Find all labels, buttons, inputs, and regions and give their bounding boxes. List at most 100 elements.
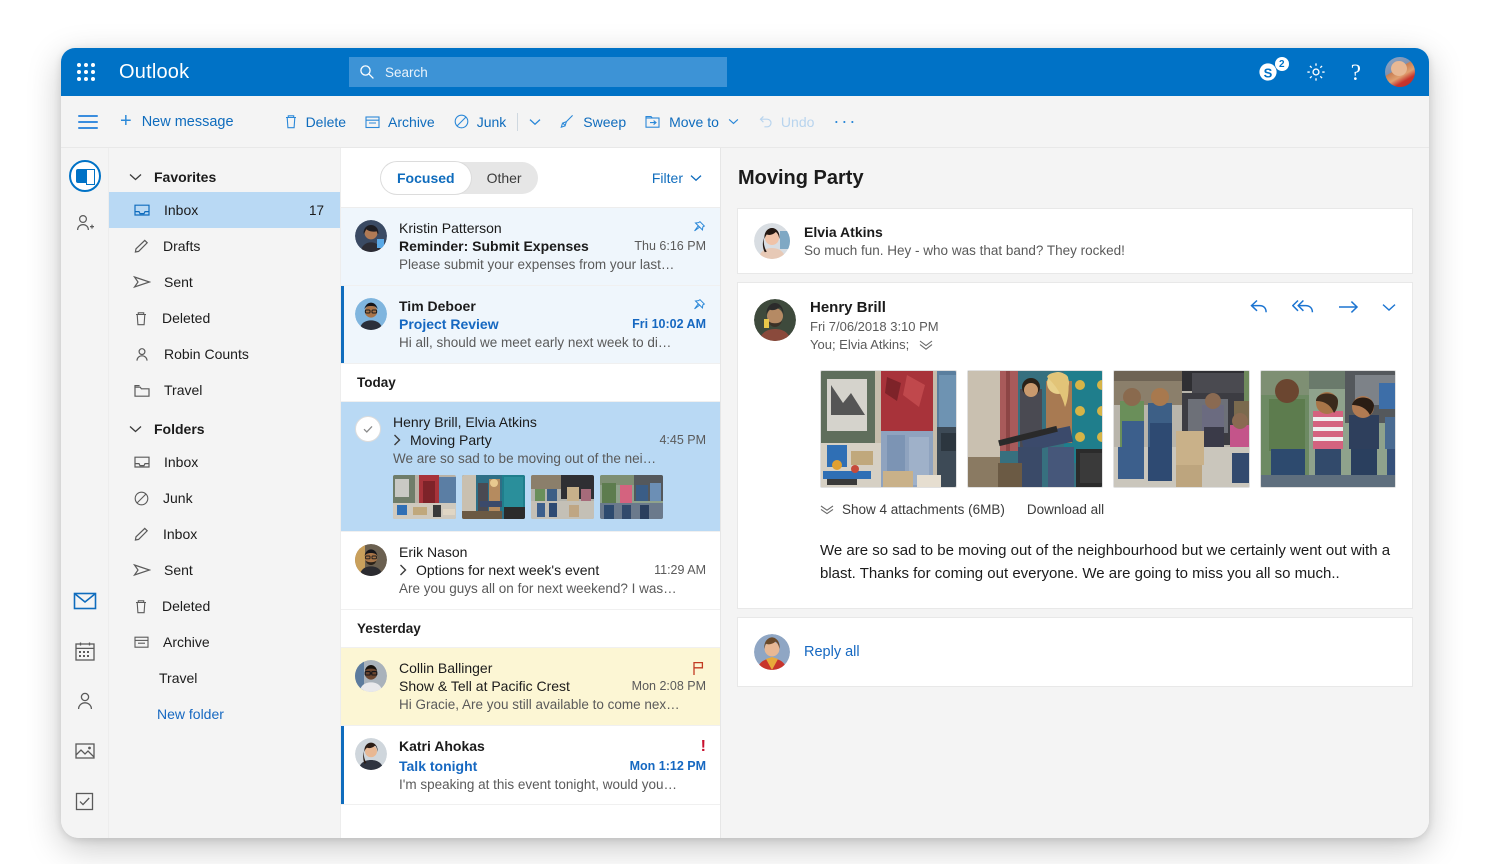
- sidebar-item-inbox[interactable]: Inbox 17: [109, 192, 340, 228]
- pin-icon[interactable]: [691, 220, 706, 235]
- forward-icon[interactable]: [1338, 299, 1360, 315]
- delete-button[interactable]: Delete: [274, 107, 355, 136]
- tab-other[interactable]: Other: [471, 162, 538, 194]
- pin-icon[interactable]: [691, 298, 706, 313]
- download-all-button[interactable]: Download all: [1027, 502, 1104, 517]
- search-icon: [359, 64, 375, 80]
- sidebar-item-travel[interactable]: Travel: [109, 372, 340, 408]
- sidebar-item-label: Travel: [164, 382, 324, 398]
- sidebar-item-label: Travel: [159, 670, 324, 686]
- gear-icon[interactable]: [1305, 61, 1327, 83]
- mail-icon[interactable]: [72, 588, 98, 614]
- archive-icon: [364, 114, 381, 130]
- undo-button: Undo: [748, 107, 823, 136]
- pencil-icon: [133, 526, 150, 542]
- sidebar-folder-junk[interactable]: Junk: [109, 480, 340, 516]
- band-playing-photo[interactable]: [967, 370, 1104, 488]
- junk-button[interactable]: Junk: [444, 107, 516, 136]
- moving-boxes-photo[interactable]: [393, 475, 456, 519]
- conversation-expand-icon[interactable]: [393, 434, 402, 446]
- folders-label: Folders: [154, 421, 205, 437]
- recipients-text: You; Elvia Atkins;: [810, 337, 909, 352]
- folder-pane: Favorites Inbox 17 Drafts Sent: [109, 148, 341, 838]
- sweep-button[interactable]: Sweep: [550, 107, 635, 136]
- family-car-photo[interactable]: [1260, 370, 1397, 488]
- sidebar-item-deleted[interactable]: Deleted: [109, 300, 340, 336]
- folder-icon: [133, 383, 151, 398]
- photos-icon[interactable]: [72, 738, 98, 764]
- sidebar-folder-inbox[interactable]: Inbox: [109, 444, 340, 480]
- collapsed-message-card[interactable]: Elvia Atkins So much fun. Hey - who was …: [737, 208, 1413, 274]
- list-item[interactable]: Katri Ahokas ! Talk tonight Mon 1:12 PM …: [341, 726, 720, 805]
- more-actions-icon[interactable]: [1382, 303, 1396, 312]
- sidebar-item-label: Inbox: [164, 454, 324, 470]
- moving-boxes-photo[interactable]: [820, 370, 957, 488]
- message-time: Mon 1:12 PM: [630, 759, 706, 773]
- tasks-icon[interactable]: [72, 788, 98, 814]
- list-item[interactable]: Tim Deboer Project Review Fri 10:02 AM H…: [341, 286, 720, 364]
- search-input[interactable]: Search: [385, 65, 428, 80]
- unread-indicator: [341, 286, 344, 363]
- sidebar-folder-travel[interactable]: Travel: [109, 660, 340, 696]
- sidebar-item-sent[interactable]: Sent: [109, 264, 340, 300]
- sidebar-folder-inbox-2[interactable]: Inbox: [109, 516, 340, 552]
- skype-icon[interactable]: S 2: [1257, 60, 1281, 84]
- show-attachments-button[interactable]: Show 4 attachments (6MB): [820, 502, 1005, 517]
- list-item[interactable]: Erik Nason Options for next week's event…: [341, 532, 720, 610]
- reply-all-icon[interactable]: [1292, 299, 1316, 315]
- tab-focused[interactable]: Focused: [381, 162, 471, 194]
- date-group-header: Yesterday: [341, 610, 720, 648]
- new-message-button[interactable]: + New message: [120, 110, 234, 133]
- reply-icon[interactable]: [1250, 299, 1270, 315]
- collapsed-message-snippet: So much fun. Hey - who was that band? Th…: [804, 243, 1125, 258]
- app-launcher-icon[interactable]: [77, 63, 95, 81]
- favorites-group-header[interactable]: Favorites: [109, 162, 340, 192]
- reply-all-button[interactable]: Reply all: [804, 644, 860, 660]
- sidebar-folder-sent[interactable]: Sent: [109, 552, 340, 588]
- people-icon[interactable]: [72, 688, 98, 714]
- svg-text:S: S: [1263, 66, 1272, 81]
- sidebar-item-drafts[interactable]: Drafts: [109, 228, 340, 264]
- band-playing-photo[interactable]: [462, 475, 525, 519]
- folders-group-header[interactable]: Folders: [109, 414, 340, 444]
- chevron-down-icon[interactable]: [919, 340, 933, 350]
- help-icon[interactable]: ?: [1351, 61, 1361, 84]
- list-item[interactable]: Collin Ballinger Show & Tell at Pacific …: [341, 648, 720, 726]
- move-to-button[interactable]: Move to: [635, 108, 748, 136]
- loading-car-photo[interactable]: [531, 475, 594, 519]
- message-sender: Erik Nason: [399, 544, 467, 560]
- broom-icon: [559, 113, 576, 130]
- unread-indicator: [341, 726, 344, 804]
- list-item[interactable]: Kristin Patterson Reminder: Submit Expen…: [341, 208, 720, 286]
- filter-button[interactable]: Filter: [652, 170, 702, 186]
- conversation-expand-icon[interactable]: [399, 564, 408, 576]
- avatar[interactable]: [1385, 57, 1415, 87]
- message-subject: Moving Party: [410, 432, 492, 448]
- archive-button[interactable]: Archive: [355, 108, 444, 136]
- app-body: Favorites Inbox 17 Drafts Sent: [61, 148, 1429, 838]
- family-car-photo[interactable]: [600, 475, 663, 519]
- sidebar-item-robin-counts[interactable]: Robin Counts: [109, 336, 340, 372]
- avatar: [754, 223, 790, 259]
- add-person-icon[interactable]: [72, 210, 98, 236]
- list-item-content: Tim Deboer Project Review Fri 10:02 AM H…: [399, 298, 706, 351]
- new-folder-button[interactable]: New folder: [109, 696, 340, 732]
- outlook-logo-icon[interactable]: [69, 160, 101, 192]
- menu-icon[interactable]: [78, 111, 98, 133]
- loading-car-photo[interactable]: [1113, 370, 1250, 488]
- left-rail: [61, 148, 109, 838]
- flag-icon[interactable]: [691, 660, 706, 676]
- junk-dropdown-button[interactable]: [520, 112, 550, 132]
- download-all-label: Download all: [1027, 502, 1104, 517]
- app-brand-title[interactable]: Outlook: [119, 61, 189, 84]
- sidebar-item-label: Robin Counts: [164, 346, 324, 362]
- sidebar-folder-deleted[interactable]: Deleted: [109, 588, 340, 624]
- search-box[interactable]: Search: [349, 57, 727, 87]
- sidebar-folder-archive[interactable]: Archive: [109, 624, 340, 660]
- calendar-icon[interactable]: [72, 638, 98, 664]
- sidebar-item-label: Deleted: [162, 598, 324, 614]
- select-checkbox[interactable]: [355, 416, 381, 442]
- list-item[interactable]: Henry Brill, Elvia Atkins Moving Party 4…: [341, 402, 720, 532]
- avatar: [355, 660, 387, 692]
- more-commands-button[interactable]: ···: [823, 111, 867, 132]
